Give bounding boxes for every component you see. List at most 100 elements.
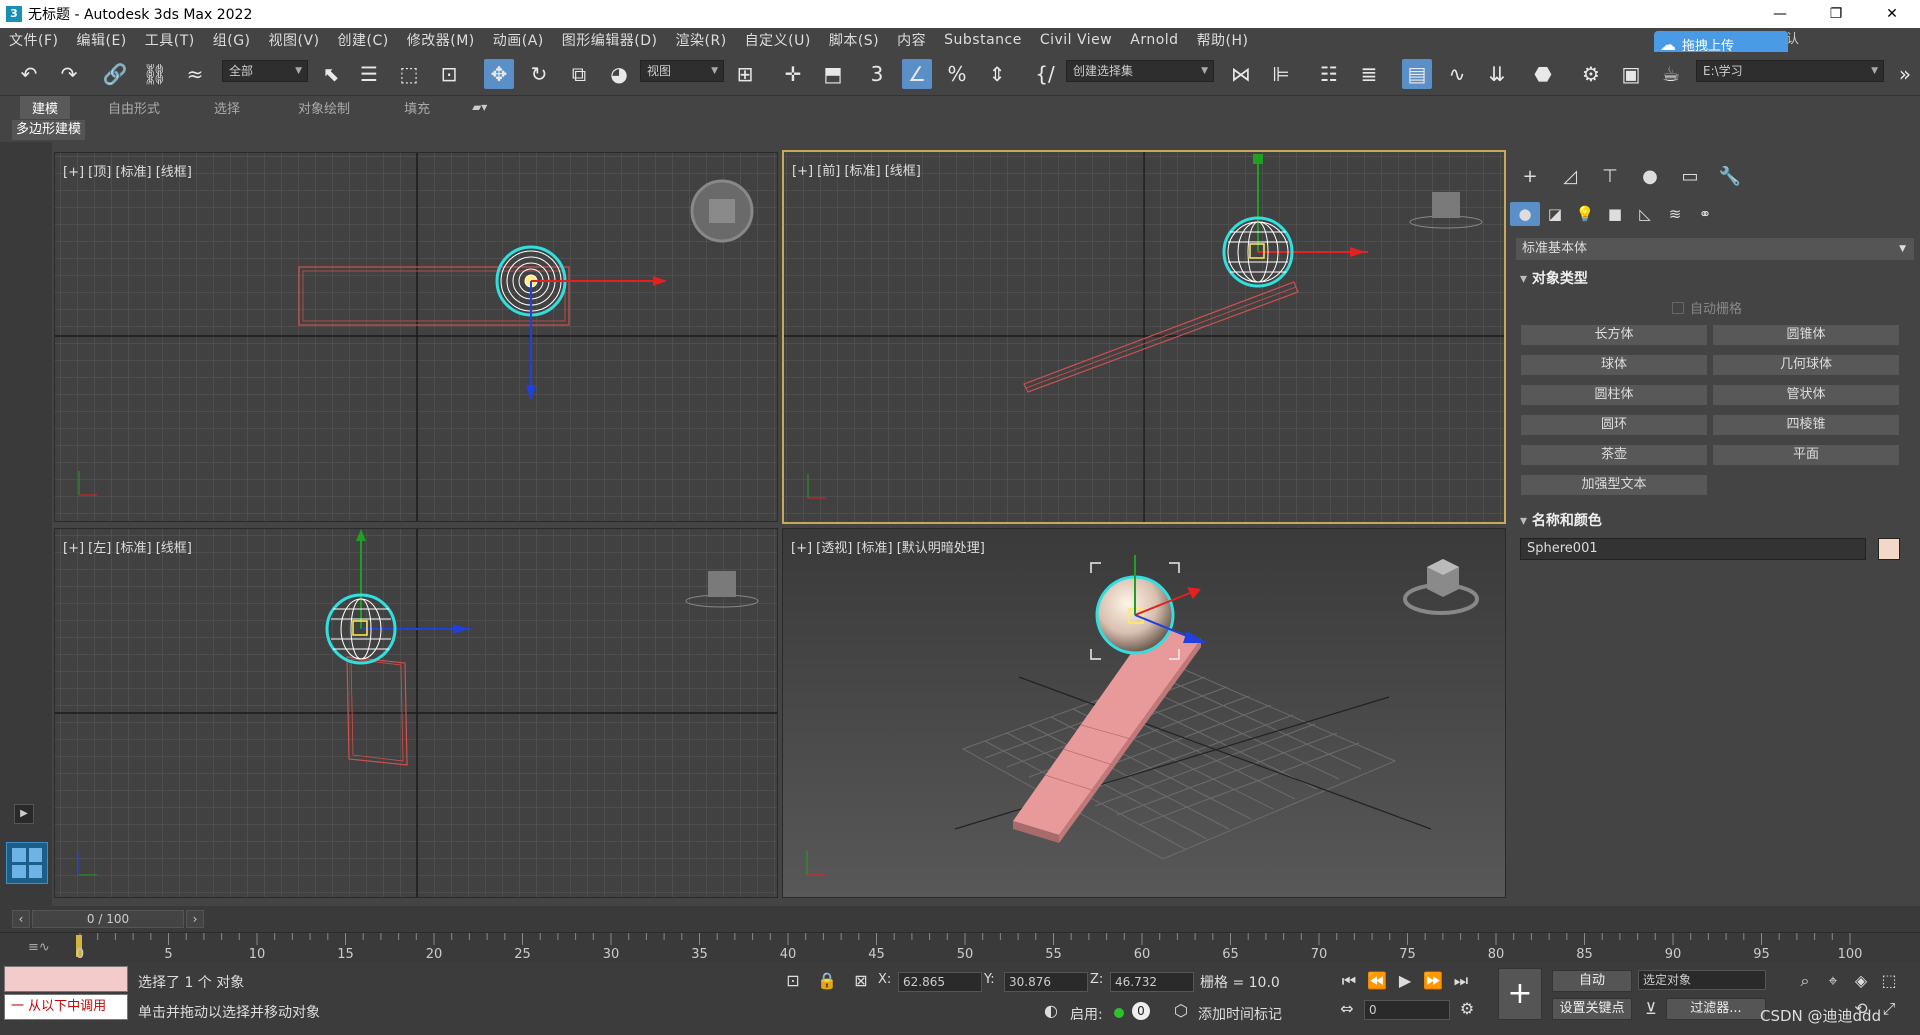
close-button[interactable]: ✕: [1864, 0, 1920, 28]
ribbon-tab-modeling[interactable]: 建模: [20, 95, 71, 119]
viewport-left[interactable]: [+] [左] [标准] [线框]: [54, 528, 778, 898]
selection-lock-icon[interactable]: 🔒: [816, 970, 838, 992]
edit-named-selection-icon[interactable]: {/: [1030, 59, 1060, 89]
cone-button[interactable]: 圆锥体: [1712, 324, 1900, 346]
ribbon-options-icon[interactable]: ▰▾: [472, 100, 487, 114]
viewport-top-label[interactable]: [+] [顶] [标准] [线框]: [63, 161, 192, 180]
y-coordinate-field[interactable]: 30.876: [1004, 972, 1088, 992]
helpers-icon[interactable]: ◺: [1630, 202, 1660, 226]
adaptive-degradation-icon[interactable]: ◐: [1040, 1000, 1062, 1022]
absolute-mode-icon[interactable]: ⊠: [850, 970, 872, 992]
bind-space-warp-icon[interactable]: ≈: [180, 59, 210, 89]
toolbar-overflow-icon[interactable]: »: [1890, 59, 1920, 89]
scene-explorer-icon[interactable]: ☷: [1314, 59, 1344, 89]
viewport-perspective[interactable]: [+] [透视] [标准] [默认明暗处理]: [782, 528, 1506, 898]
select-manipulate-icon[interactable]: ✛: [778, 59, 808, 89]
maxscript-listener-input[interactable]: [4, 966, 128, 992]
unlink-icon[interactable]: ⛓: [140, 59, 170, 89]
goto-start-icon[interactable]: ⏮: [1338, 970, 1360, 992]
create-tab-icon[interactable]: +: [1510, 164, 1550, 188]
add-time-tag[interactable]: 添加时间标记: [1198, 1004, 1282, 1024]
menu-help[interactable]: 帮助(H): [1188, 30, 1258, 50]
reference-coordinate-dropdown[interactable]: 视图: [640, 60, 724, 82]
rectangular-selection-icon[interactable]: ⬚: [394, 59, 424, 89]
viewport-front[interactable]: [+] [前] [标准] [线框]: [782, 150, 1506, 524]
align-icon[interactable]: ⊫: [1266, 59, 1296, 89]
time-configuration-icon[interactable]: ⚙: [1456, 998, 1478, 1020]
material-editor-icon[interactable]: ⬣: [1528, 59, 1558, 89]
menu-tools[interactable]: 工具(T): [136, 30, 204, 50]
window-crossing-icon[interactable]: ⊡: [434, 59, 464, 89]
place-icon[interactable]: ◕: [604, 59, 634, 89]
key-filters-icon[interactable]: ⊻: [1640, 998, 1662, 1020]
maximize-button[interactable]: ❐: [1808, 0, 1864, 28]
menu-modifiers[interactable]: 修改器(M): [398, 30, 484, 50]
viewport-perspective-label[interactable]: [+] [透视] [标准] [默认明暗处理]: [791, 537, 985, 556]
workspace-dropdown[interactable]: 认: [1786, 28, 1920, 52]
menu-scripting[interactable]: 脚本(S): [820, 30, 888, 50]
geometry-icon[interactable]: ●: [1510, 202, 1540, 226]
mirror-icon[interactable]: ⋈: [1226, 59, 1256, 89]
sphere-button[interactable]: 球体: [1520, 354, 1708, 376]
pyramid-button[interactable]: 四棱锥: [1712, 414, 1900, 436]
angle-snap-icon[interactable]: ∠: [902, 59, 932, 89]
select-object-icon[interactable]: ⬉: [316, 59, 346, 89]
track-bar[interactable]: ≡∿ 0 5 10 15 20 25 30 35 40 45 50 55 60 65 70 75 80 85 90 9…: [0, 932, 1920, 962]
menu-views[interactable]: 视图(V): [260, 30, 329, 50]
ribbon-tab-populate[interactable]: 填充: [404, 98, 430, 117]
geometry-category-dropdown[interactable]: 标准基本体: [1516, 238, 1914, 260]
systems-icon[interactable]: ⚭: [1690, 202, 1720, 226]
modify-tab-icon[interactable]: ◿: [1550, 164, 1590, 188]
selection-filter-dropdown[interactable]: 全部: [222, 60, 308, 82]
menu-file[interactable]: 文件(F): [0, 30, 67, 50]
object-type-rollout-title[interactable]: 对象类型: [1520, 268, 1588, 288]
x-coordinate-field[interactable]: 62.865: [898, 972, 982, 992]
geosphere-button[interactable]: 几何球体: [1712, 354, 1900, 376]
rendered-frame-window-icon[interactable]: ▣: [1616, 59, 1646, 89]
select-by-name-icon[interactable]: ☰: [354, 59, 384, 89]
viewport-front-label[interactable]: [+] [前] [标准] [线框]: [792, 160, 921, 179]
link-icon[interactable]: 🔗: [100, 59, 130, 89]
viewport-left-label[interactable]: [+] [左] [标准] [线框]: [63, 537, 192, 556]
ribbon-tab-selection[interactable]: 选择: [214, 98, 240, 117]
render-production-icon[interactable]: ☕: [1656, 59, 1686, 89]
cameras-icon[interactable]: ■: [1600, 202, 1630, 226]
ribbon-panel-poly-modeling[interactable]: 多边形建模: [12, 120, 86, 140]
autogrid-checkbox[interactable]: 自动栅格: [1672, 298, 1742, 317]
key-filters-button[interactable]: 过滤器...: [1666, 998, 1766, 1020]
hierarchy-tab-icon[interactable]: ⊤: [1590, 164, 1630, 188]
zoom-icon[interactable]: ⌕: [1794, 970, 1816, 992]
keyboard-shortcut-override-icon[interactable]: ⬒: [818, 59, 848, 89]
set-key-button[interactable]: 设置关键点: [1552, 998, 1632, 1020]
next-key-icon[interactable]: ⏩: [1422, 970, 1444, 992]
expand-layout-tab-icon[interactable]: ▶: [14, 804, 34, 824]
zoom-extents-all-icon[interactable]: ⬚: [1878, 970, 1900, 992]
z-coordinate-field[interactable]: 46.732: [1110, 972, 1194, 992]
ribbon-tab-freeform[interactable]: 自由形式: [108, 98, 160, 117]
viewport-top[interactable]: [+] [顶] [标准] [线框]: [54, 152, 778, 522]
snaps-toggle-icon[interactable]: 3: [862, 59, 892, 89]
time-slider-thumb[interactable]: 0 / 100: [32, 910, 184, 928]
layer-explorer-icon[interactable]: ≣: [1354, 59, 1384, 89]
schematic-view-icon[interactable]: ⇊: [1482, 59, 1512, 89]
menu-edit[interactable]: 编辑(E): [67, 30, 135, 50]
object-name-field[interactable]: Sphere001: [1520, 538, 1866, 560]
menu-customize[interactable]: 自定义(U): [736, 30, 820, 50]
lights-icon[interactable]: 💡: [1570, 202, 1600, 226]
select-and-move-icon[interactable]: ✥: [484, 59, 514, 89]
menu-content[interactable]: 内容: [888, 30, 935, 50]
previous-frame-icon[interactable]: ‹: [12, 910, 30, 928]
zoom-extents-icon[interactable]: ◈: [1850, 970, 1872, 992]
menu-graph-editors[interactable]: 图形编辑器(D): [553, 30, 667, 50]
next-frame-icon[interactable]: ›: [186, 910, 204, 928]
shapes-icon[interactable]: ◪: [1540, 202, 1570, 226]
previous-key-icon[interactable]: ⏪: [1366, 970, 1388, 992]
redo-icon[interactable]: ↷: [54, 59, 84, 89]
goto-end-icon[interactable]: ⏭: [1450, 970, 1472, 992]
spinner-snap-icon[interactable]: ⇕: [982, 59, 1012, 89]
display-tab-icon[interactable]: ▭: [1670, 164, 1710, 188]
teapot-button[interactable]: 茶壶: [1520, 444, 1708, 466]
undo-icon[interactable]: ↶: [14, 59, 44, 89]
menu-substance[interactable]: Substance: [935, 32, 1031, 48]
utilities-tab-icon[interactable]: 🔧: [1710, 164, 1750, 188]
